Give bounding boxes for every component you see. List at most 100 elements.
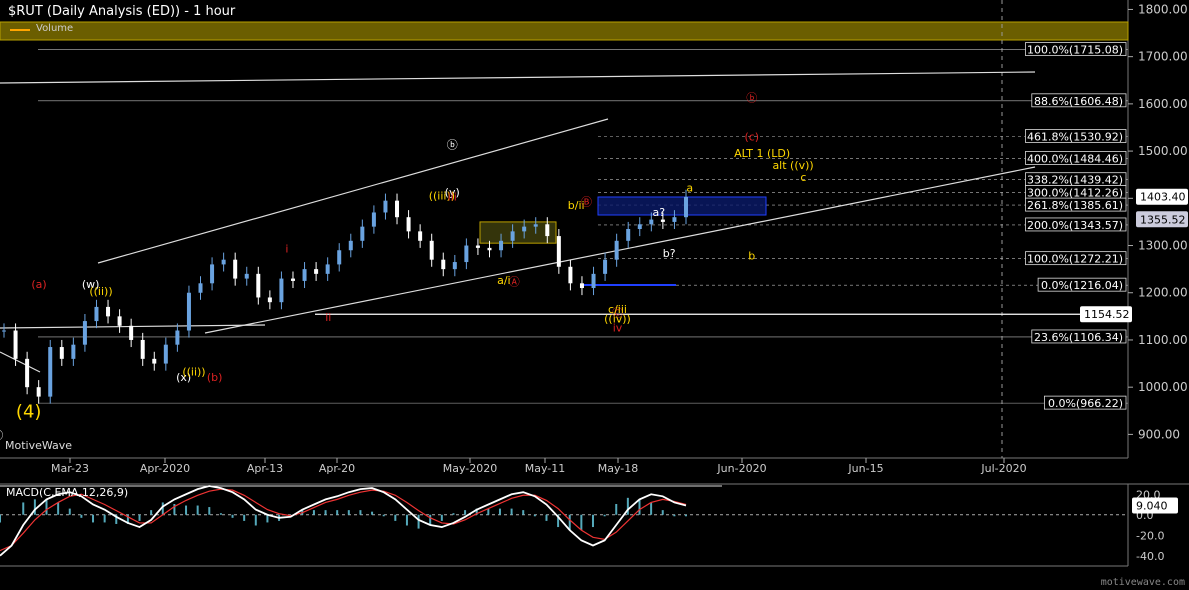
price-bar-body (510, 231, 515, 241)
fib-label: 100.0%(1715.08) (1027, 44, 1123, 57)
price-bar (684, 189, 688, 225)
wave-label: ii (325, 311, 331, 324)
y-tick-label: 1300.00 (1138, 239, 1188, 253)
fib-label: 100.0%(1272.21) (1027, 253, 1123, 266)
price-bar-body (522, 226, 527, 232)
price-bar (579, 276, 584, 296)
price-bar-body (672, 217, 677, 222)
price-bar-body (568, 266, 573, 284)
price-bar (267, 290, 272, 310)
wave-label: a (686, 182, 693, 195)
price-bar-body (371, 212, 376, 227)
price-bar-body (36, 387, 41, 397)
price-bar (452, 254, 457, 277)
price-bar (337, 243, 342, 272)
price-bar-body (314, 269, 319, 274)
wave-label: ((ii)) (182, 365, 205, 378)
price-bar (210, 257, 215, 291)
wave-label: (c) (744, 131, 759, 144)
wave-label: b? (663, 247, 676, 260)
price-bar (71, 337, 76, 366)
wave-label: (4) (16, 401, 42, 422)
price-bar-body (267, 297, 272, 303)
price-bar (175, 323, 180, 352)
y-tick-label: 1600.00 (1138, 97, 1188, 111)
macd-tick-label: -40.0 (1136, 550, 1164, 563)
macd-title: MACD(C,EMA,12,26,9) (6, 486, 129, 499)
x-tick-label: May-11 (525, 462, 566, 475)
price-bar (152, 351, 157, 371)
price-bar-body (452, 262, 457, 270)
price-bar-body (94, 306, 99, 322)
y-tick-label: 1000.00 (1138, 380, 1188, 394)
price-bar-body (25, 358, 30, 388)
price-bar (464, 238, 469, 270)
price-bar-body (186, 292, 191, 331)
price-bar-body (48, 347, 53, 397)
price-bar-body (626, 229, 631, 241)
brand-label: MotiveWave (5, 439, 73, 452)
trendline-upper (0, 71, 1036, 84)
y-tick-label: 1800.00 (1138, 2, 1188, 16)
fib-label: 0.0%(1216.04) (1041, 279, 1123, 292)
price-bar-body (545, 224, 550, 237)
price-bar (325, 257, 330, 281)
price-bar (591, 266, 596, 296)
x-tick-label: Apr-13 (247, 462, 283, 475)
price-bar (117, 309, 122, 333)
price-bar (82, 313, 87, 352)
macd-value-label: 9.040 (1136, 499, 1168, 512)
price-bar-body (591, 273, 596, 289)
price-bar-body (383, 200, 388, 213)
price-bar-body (325, 264, 330, 274)
olive-zone (479, 221, 557, 244)
wave-label: i (285, 243, 288, 256)
price-bar (233, 252, 238, 286)
price-bar (568, 259, 573, 291)
y-tick-label: 1100.00 (1138, 333, 1188, 347)
price-label: 1355.52 (1140, 213, 1186, 226)
price-bar-body (533, 224, 538, 227)
price-label: 1403.40 (1140, 191, 1186, 204)
price-bar-body (360, 226, 365, 241)
wave-label: b (748, 250, 755, 263)
volume-legend: Volume (36, 23, 74, 34)
price-bar (290, 271, 295, 289)
price-bar-body (684, 196, 688, 218)
macd-tick-label: -20.0 (1136, 529, 1164, 542)
chart-title: $RUT (Daily Analysis (ED)) - 1 hour (8, 4, 236, 19)
wave-label: Ⓑ (581, 195, 592, 208)
price-bar (441, 252, 446, 277)
x-tick-label: May-2020 (443, 462, 498, 475)
price-bar-body (348, 240, 353, 251)
price-bar-body (649, 219, 654, 225)
blue-zone (597, 196, 767, 216)
price-bar-body (395, 200, 400, 218)
price-bar-body (140, 339, 145, 359)
y-tick-label: 900.00 (1138, 427, 1180, 441)
price-bar-body (337, 250, 342, 265)
price-bar-body (637, 224, 642, 229)
wave-label: ⓑ (746, 92, 757, 105)
price-bar-body (614, 240, 619, 260)
x-tick-label: Apr-20 (319, 462, 355, 475)
chart-canvas[interactable]: 900.001000.001100.001200.001300.001400.0… (0, 0, 1189, 590)
price-bar (348, 233, 353, 258)
price-bar-body (418, 231, 423, 241)
price-bar-body (163, 344, 168, 364)
price-bar (603, 252, 608, 281)
y-tick-label: 1500.00 (1138, 144, 1188, 158)
price-bar (221, 252, 226, 272)
x-tick-label: Mar-23 (51, 462, 89, 475)
price-bar-body (175, 330, 180, 345)
price-bar (383, 193, 388, 220)
price-bar (475, 238, 480, 255)
fib-label: 400.0%(1484.46) (1027, 152, 1123, 165)
price-bar-body (487, 247, 492, 251)
price-bar-body (256, 273, 261, 298)
fib-label: 338.2%(1439.42) (1027, 174, 1123, 187)
price-bar-body (302, 269, 307, 281)
price-bar-body (2, 330, 6, 332)
price-bar-body (82, 321, 87, 345)
price-bar-body (59, 347, 64, 359)
